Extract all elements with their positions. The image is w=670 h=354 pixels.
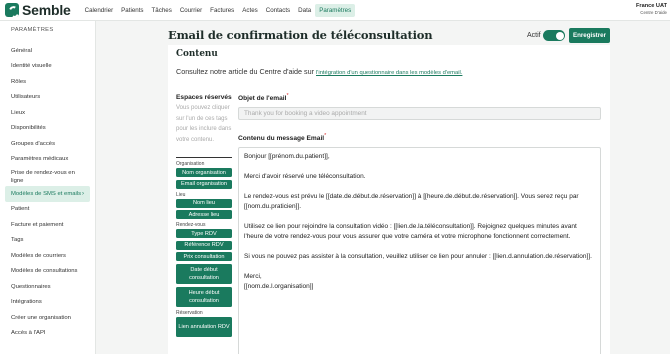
user-name: France UAT: [636, 3, 667, 9]
subject-input[interactable]: Thank you for booking a video appointmen…: [238, 107, 601, 120]
help-prefix: Consultez notre article du Centre d'aide…: [176, 67, 317, 76]
required-mark: *: [324, 133, 327, 139]
placeholders-title: Espaces réservés: [176, 94, 232, 101]
tag-nom-lieu[interactable]: Nom lieu: [176, 198, 232, 208]
toggle-knob: [555, 31, 564, 40]
tag-email-organisation[interactable]: Email organisation: [176, 179, 232, 189]
tag-heure-debut-consultation[interactable]: Heure début consultation: [176, 286, 232, 307]
user-menu[interactable]: France UAT Centre D'aide: [636, 3, 667, 15]
nav-parametres[interactable]: Paramètres: [315, 3, 356, 17]
sidebar-item-tags[interactable]: Tags: [0, 233, 95, 249]
message-line: Bonjour [[prénom.du.patient]],: [244, 153, 330, 160]
nav-patients[interactable]: Patients: [117, 4, 147, 17]
message-editor[interactable]: Bonjour [[prénom.du.patient]], Merci d'a…: [238, 147, 601, 354]
nav-actes[interactable]: Actes: [238, 4, 261, 17]
subject-label-text: Objet de l'email: [238, 95, 287, 103]
main-nav: Calendrier Patients Tâches Courrier Fact…: [81, 3, 356, 17]
actif-toggle[interactable]: [543, 30, 565, 41]
logo-text: Semble: [22, 2, 71, 18]
message-line: Merci,: [244, 273, 262, 280]
message-label: Contenu du message Email*: [238, 133, 326, 142]
sidebar-item-lieux[interactable]: Lieux: [0, 105, 95, 121]
sidebar-item-modeles-consultations[interactable]: Modèles de consultations: [0, 264, 95, 280]
main-content: Email de confirmation de téléconsultatio…: [96, 21, 670, 354]
nav-factures[interactable]: Factures: [206, 4, 238, 17]
actif-label: Actif: [527, 32, 541, 39]
tag-type-rdv[interactable]: Type RDV: [176, 229, 232, 239]
card-heading: Contenu: [176, 49, 218, 59]
message-line: Si vous ne pouvez pas assister à la cons…: [244, 253, 592, 260]
sidebar-item-patient[interactable]: Patient: [0, 202, 95, 218]
sidebar-item-modeles-sms-emails[interactable]: Modèles de SMS et emails ›: [5, 186, 90, 202]
chevron-right-icon: ›: [82, 190, 84, 197]
help-text: Consultez notre article du Centre d'aide…: [176, 67, 462, 76]
sidebar-item-parametres-medicaux[interactable]: Paramètres médicaux: [0, 152, 95, 168]
message-line: Utilisez ce lien pour rejoindre la consu…: [244, 223, 577, 240]
message-line: [[nom.de.l.organisation]]: [244, 283, 314, 290]
settings-sidebar: PARAMÈTRES Général Identité visuelle Rôl…: [0, 21, 96, 354]
sidebar-item-prise-rdv-en-ligne[interactable]: Prise de rendez-vous en ligne: [0, 167, 95, 186]
tag-date-debut-consultation[interactable]: Date début consultation: [176, 263, 232, 284]
nav-data[interactable]: Data: [294, 4, 315, 17]
top-navbar: Semble Calendrier Patients Tâches Courri…: [0, 0, 670, 21]
nav-contacts[interactable]: Contacts: [262, 4, 294, 17]
help-article-link[interactable]: l'intégration d'un questionnaire dans le…: [316, 70, 462, 76]
group-label-reservation: Réservation: [176, 309, 203, 316]
page-title: Email de confirmation de téléconsultatio…: [168, 28, 433, 42]
tag-nom-organisation[interactable]: Nom organisation: [176, 168, 232, 177]
tag-reference-rdv[interactable]: Référence RDV: [176, 240, 232, 250]
placeholders-panel: Espaces réservés Vous pouvez cliquer sur…: [176, 94, 234, 339]
content-card: Contenu Consultez notre article du Centr…: [168, 45, 610, 354]
nav-calendrier[interactable]: Calendrier: [81, 4, 118, 17]
sidebar-item-identite-visuelle[interactable]: Identité visuelle: [0, 59, 95, 75]
user-org: Centre D'aide: [640, 10, 667, 15]
sidebar-title: PARAMÈTRES: [11, 27, 54, 33]
sidebar-item-acces-api[interactable]: Accès à l'API: [0, 326, 95, 342]
group-label-lieu: Lieu: [176, 191, 186, 198]
sidebar-item-groupes-acces[interactable]: Groupes d'accès: [0, 136, 95, 152]
sidebar-item-facture-paiement[interactable]: Facture et paiement: [0, 217, 95, 233]
tag-prix-consultation[interactable]: Prix consultation: [176, 252, 232, 262]
subject-label: Objet de l'email*: [238, 93, 289, 102]
nav-taches[interactable]: Tâches: [148, 4, 176, 17]
sidebar-item-roles[interactable]: Rôles: [0, 74, 95, 90]
message-line: Merci d'avoir réservé une téléconsultati…: [244, 173, 366, 180]
logo[interactable]: Semble: [5, 2, 71, 18]
sidebar-item-general[interactable]: Général: [0, 43, 95, 59]
sidebar-item-questionnaires[interactable]: Questionnaires: [0, 279, 95, 295]
placeholders-hint: Vous pouvez cliquer sur l'un de ces tags…: [176, 103, 232, 158]
semble-logo-icon: [5, 3, 19, 17]
message-line: Le rendez-vous est prévu le [[date.de.dé…: [244, 193, 579, 210]
group-label-rendez-vous: Rendez-vous: [176, 222, 206, 229]
required-mark: *: [286, 93, 289, 99]
group-label-organisation: Organisation: [176, 161, 205, 167]
save-button[interactable]: Enregistrer: [569, 28, 610, 43]
sidebar-item-modeles-courriers[interactable]: Modèles de courriers: [0, 248, 95, 264]
sidebar-item-utilisateurs[interactable]: Utilisateurs: [0, 90, 95, 106]
sidebar-item-disponibilites[interactable]: Disponibilités: [0, 121, 95, 137]
nav-courrier[interactable]: Courrier: [176, 4, 206, 17]
message-label-text: Contenu du message Email: [238, 135, 325, 143]
sidebar-item-creer-organisation[interactable]: Créer une organisation: [0, 310, 95, 326]
tag-adresse-lieu[interactable]: Adresse lieu: [176, 210, 232, 220]
sidebar-item-label: Modèles de SMS et emails: [11, 190, 82, 197]
tag-lien-annulation-rdv[interactable]: Lien annulation RDV: [176, 316, 232, 337]
sidebar-item-integrations[interactable]: Intégrations: [0, 295, 95, 311]
